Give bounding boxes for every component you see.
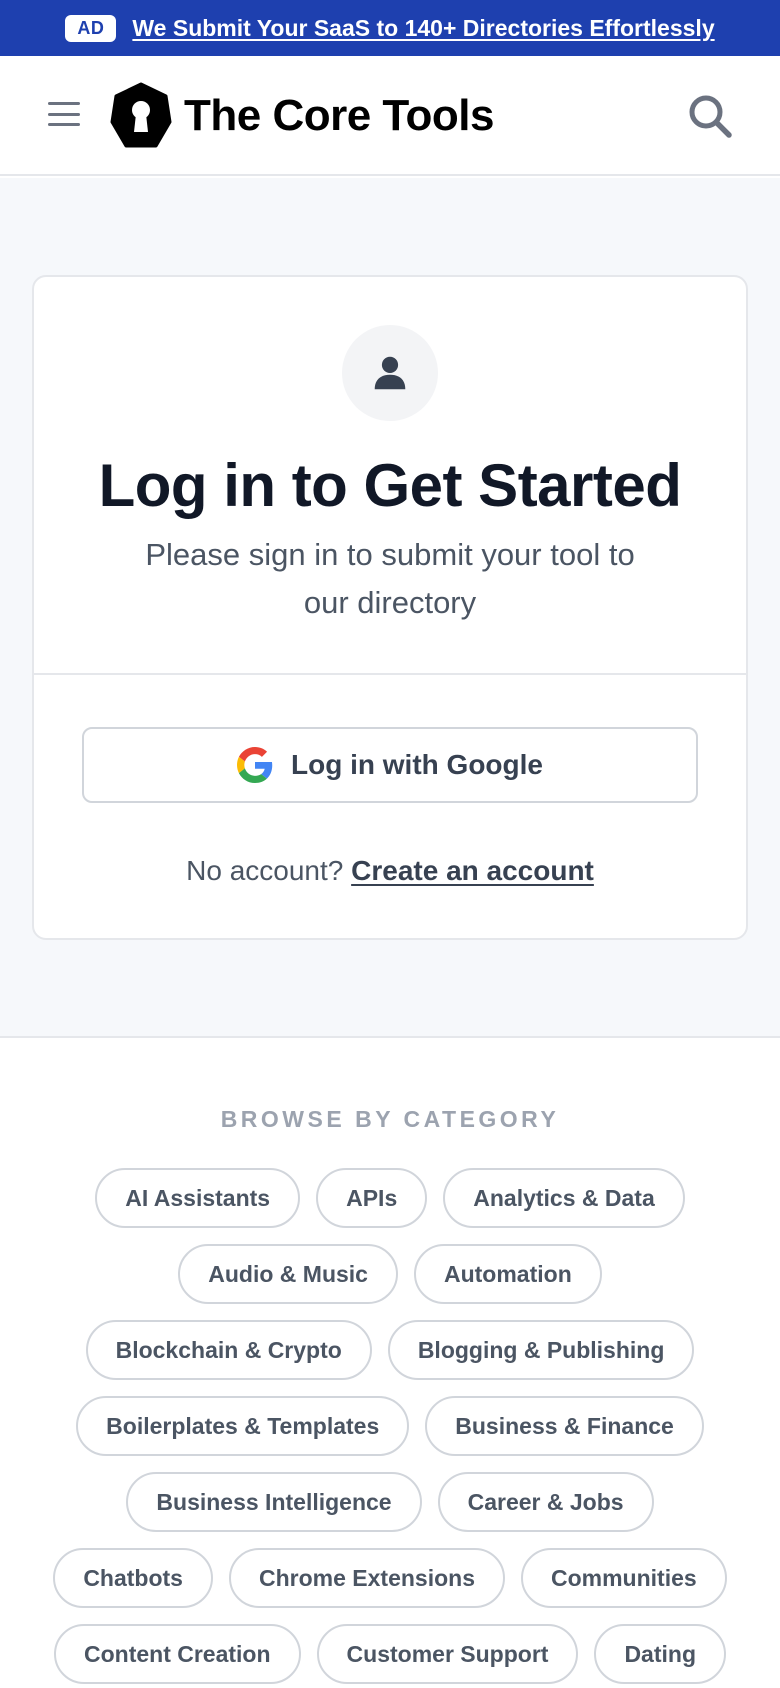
login-section: Log in to Get Started Please sign in to …	[0, 178, 780, 1038]
category-pill[interactable]: Chatbots	[53, 1548, 213, 1608]
create-account-link[interactable]: Create an account	[351, 855, 594, 886]
category-list: AI Assistants APIs Analytics & Data Audi…	[40, 1168, 740, 1684]
login-card-header: Log in to Get Started Please sign in to …	[34, 277, 746, 675]
category-pill[interactable]: Blogging & Publishing	[387, 1320, 695, 1380]
category-pill[interactable]: Career & Jobs	[437, 1472, 654, 1532]
login-card: Log in to Get Started Please sign in to …	[32, 275, 748, 940]
login-title: Log in to Get Started	[98, 452, 682, 519]
site-logo[interactable]: The Core Tools	[110, 82, 494, 150]
avatar	[342, 325, 438, 421]
category-pill[interactable]: Communities	[520, 1548, 727, 1608]
login-subtitle: Please sign in to submit your tool to ou…	[145, 537, 635, 620]
category-pill[interactable]: AI Assistants	[95, 1168, 301, 1228]
user-icon	[374, 356, 406, 390]
search-icon[interactable]	[686, 92, 734, 140]
no-account-line: No account? Create an account	[34, 855, 746, 887]
category-pill[interactable]: Dating	[594, 1624, 726, 1684]
category-pill[interactable]: Customer Support	[316, 1624, 579, 1684]
category-pill[interactable]: Chrome Extensions	[228, 1548, 505, 1608]
ad-banner[interactable]: AD We Submit Your SaaS to 140+ Directori…	[0, 0, 780, 56]
category-pill[interactable]: Blockchain & Crypto	[85, 1320, 372, 1380]
google-icon	[237, 747, 273, 783]
google-login-label: Log in with Google	[291, 749, 543, 780]
google-login-button[interactable]: Log in with Google	[82, 727, 698, 803]
category-pill[interactable]: Content Creation	[53, 1624, 301, 1684]
keyhole-logo-icon	[110, 82, 172, 148]
ad-link[interactable]: We Submit Your SaaS to 140+ Directories …	[132, 15, 714, 42]
category-heading: BROWSE BY CATEGORY	[220, 1106, 560, 1132]
ad-badge: AD	[65, 14, 117, 42]
category-pill[interactable]: Audio & Music	[178, 1244, 398, 1304]
hamburger-menu-icon[interactable]	[44, 96, 84, 132]
category-section: BROWSE BY CATEGORY AI Assistants APIs An…	[0, 1040, 780, 1688]
category-pill[interactable]: Boilerplates & Templates	[76, 1396, 410, 1456]
site-header: The Core Tools	[0, 56, 780, 176]
logo-text: The Core Tools	[184, 91, 494, 140]
category-pill[interactable]: Business Intelligence	[126, 1472, 422, 1532]
category-pill[interactable]: Analytics & Data	[443, 1168, 685, 1228]
no-account-text: No account?	[186, 855, 344, 886]
category-pill[interactable]: APIs	[316, 1168, 428, 1228]
category-pill[interactable]: Business & Finance	[425, 1396, 704, 1456]
category-pill[interactable]: Automation	[413, 1244, 602, 1304]
